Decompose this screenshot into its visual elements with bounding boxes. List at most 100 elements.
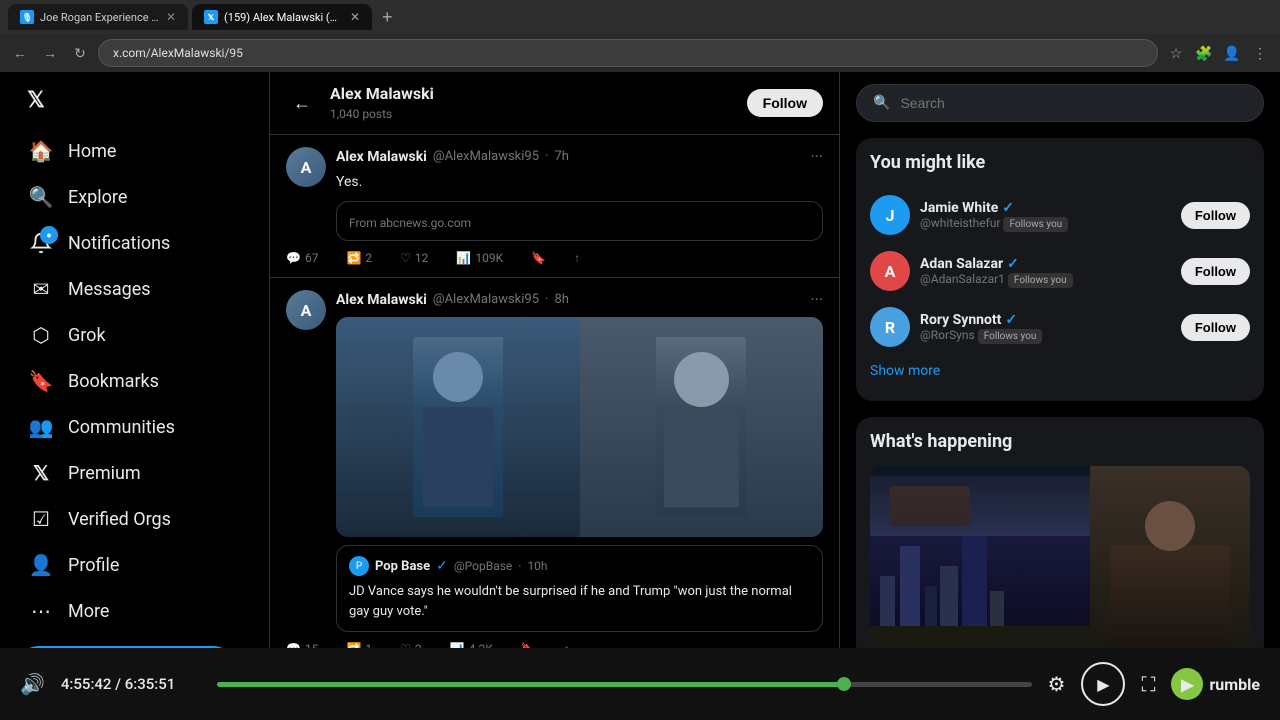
- tweet-1-source: From abcnews.go.com: [349, 216, 810, 230]
- tweet-2-image: [336, 317, 823, 537]
- sidebar-messages-label: Messages: [68, 279, 151, 300]
- tweet-1-bookmark[interactable]: 🔖: [531, 251, 546, 265]
- new-tab-button[interactable]: +: [376, 5, 399, 30]
- suggestion-1-follow-button[interactable]: Follow: [1181, 202, 1250, 229]
- tweet-2-quote[interactable]: P Pop Base ✓ @PopBase · 10h JD Vance say…: [336, 545, 823, 632]
- back-button[interactable]: ←: [286, 87, 318, 119]
- tweet-1-retweet-count: 2: [365, 251, 372, 265]
- suggestion-3-verified: ✓: [1005, 312, 1017, 328]
- sidebar-item-home[interactable]: 🏠 Home: [16, 128, 253, 174]
- search-icon: 🔍: [873, 95, 890, 111]
- player-expand-icon[interactable]: ⛶: [1141, 672, 1155, 696]
- sidebar: 𝕏 🏠 Home 🔍 Explore ● Notifications ✉ Mes…: [0, 72, 270, 720]
- profile-header: ← Alex Malawski 1,040 posts Follow: [270, 72, 839, 135]
- tweet-2-meta: Alex Malawski @AlexMalawski95 · 8h ···: [336, 290, 823, 632]
- tweet-1-reply[interactable]: 💬 67: [286, 251, 318, 265]
- quoted-dot: ·: [518, 559, 521, 573]
- tweet-1-retweet[interactable]: 🔁 2: [346, 251, 372, 265]
- tweet-2-more-button[interactable]: ···: [810, 290, 823, 309]
- rumble-logo[interactable]: ▶ rumble: [1171, 668, 1260, 700]
- profile-button[interactable]: 👤: [1220, 41, 1244, 65]
- tweet-2-author: Alex Malawski: [336, 292, 427, 308]
- tweet-1-text: Yes.: [336, 172, 823, 193]
- suggestion-3-name: Rory Synnott ✓: [920, 312, 1171, 328]
- player-progress-bar[interactable]: [217, 682, 1032, 687]
- profile-header-left: ← Alex Malawski 1,040 posts: [286, 84, 434, 122]
- tweet-1-actions: 💬 67 🔁 2 ♡ 12 📊 109K 🔖: [286, 251, 823, 265]
- reply-icon: 💬: [286, 251, 301, 265]
- suggestion-3-follow-button[interactable]: Follow: [1181, 314, 1250, 341]
- retweet-icon: 🔁: [346, 251, 361, 265]
- sidebar-verified-orgs-label: Verified Orgs: [68, 509, 171, 530]
- whats-happening-title: What's happening: [870, 431, 1250, 452]
- tweet-2-time: 8h: [554, 292, 568, 307]
- suggestion-1-verified: ✓: [1002, 200, 1014, 216]
- image-right-half: [580, 317, 824, 537]
- sidebar-grok-label: Grok: [68, 325, 106, 346]
- tweet-1-reply-count: 67: [305, 251, 319, 265]
- tweet-1-views[interactable]: 📊 109K: [456, 251, 503, 265]
- suggestion-2-info: Adan Salazar ✓ @AdanSalazar1 Follows you: [920, 256, 1171, 286]
- suggestion-rory-synnott: R Rory Synnott ✓ @RorSyns Follows you Fo…: [870, 299, 1250, 355]
- tab2-favicon: 𝕏: [204, 10, 218, 24]
- tweet-2[interactable]: A Alex Malawski @AlexMalawski95 · 8h ···: [270, 278, 839, 669]
- address-bar[interactable]: x.com/AlexMalawski/95: [98, 39, 1158, 67]
- sidebar-item-premium[interactable]: 𝕏 Premium: [16, 450, 253, 496]
- video-player: 🔊 4:55:42 / 6:35:51 ⚙ ▶ ⛶ ▶ rumble: [0, 648, 1280, 720]
- tab1-title: Joe Rogan Experience #2221 -...: [40, 11, 160, 24]
- browser-tabs: 🎙 Joe Rogan Experience #2221 -... ✕ 𝕏 (1…: [0, 0, 1280, 34]
- back-button[interactable]: ←: [8, 41, 32, 65]
- sidebar-item-profile[interactable]: 👤 Profile: [16, 542, 253, 588]
- suggestion-2-follow-button[interactable]: Follow: [1181, 258, 1250, 285]
- bookmarks-icon: 🔖: [28, 368, 54, 394]
- happening-video-thumbnail[interactable]: [870, 466, 1250, 646]
- search-box[interactable]: 🔍: [856, 84, 1264, 122]
- search-input[interactable]: [900, 95, 1247, 111]
- reload-button[interactable]: ↻: [68, 41, 92, 65]
- tweet-1-like[interactable]: ♡ 12: [400, 251, 428, 265]
- sidebar-item-communities[interactable]: 👥 Communities: [16, 404, 253, 450]
- tweet-2-handle: @AlexMalawski95: [433, 292, 539, 307]
- extension-button[interactable]: 🧩: [1192, 41, 1216, 65]
- quoted-text: JD Vance says he wouldn't be surprised i…: [349, 582, 810, 621]
- bookmark-star-button[interactable]: ☆: [1164, 41, 1188, 65]
- sidebar-item-messages[interactable]: ✉ Messages: [16, 266, 253, 312]
- player-settings-icon[interactable]: ⚙: [1048, 672, 1066, 696]
- more-icon: ⋯: [28, 598, 54, 624]
- tweet-1-quote[interactable]: From abcnews.go.com: [336, 201, 823, 241]
- suggestion-2-follows-you: Follows you: [1008, 273, 1073, 288]
- sidebar-item-more[interactable]: ⋯ More: [16, 588, 253, 634]
- show-more-button[interactable]: Show more: [870, 355, 1250, 387]
- suggestion-2-verified: ✓: [1007, 256, 1019, 272]
- browser-tab-1[interactable]: 🎙 Joe Rogan Experience #2221 -... ✕: [8, 4, 188, 30]
- browser-tab-2[interactable]: 𝕏 (159) Alex Malawski (@AlexMi... ✕: [192, 4, 372, 30]
- volume-icon[interactable]: 🔊: [20, 672, 45, 696]
- menu-button[interactable]: ⋮: [1248, 41, 1272, 65]
- x-logo[interactable]: 𝕏: [16, 80, 56, 120]
- tweet-1-share[interactable]: ↑: [574, 251, 580, 265]
- explore-icon: 🔍: [28, 184, 54, 210]
- suggestion-2-name: Adan Salazar ✓: [920, 256, 1171, 272]
- tab2-close[interactable]: ✕: [350, 10, 360, 24]
- suggestion-3-follows-you: Follows you: [978, 329, 1043, 344]
- sidebar-item-explore[interactable]: 🔍 Explore: [16, 174, 253, 220]
- sidebar-item-notifications[interactable]: ● Notifications: [16, 220, 253, 266]
- sidebar-item-verified-orgs[interactable]: ☑ Verified Orgs: [16, 496, 253, 542]
- profile-follow-button[interactable]: Follow: [747, 89, 823, 117]
- forward-button[interactable]: →: [38, 41, 62, 65]
- video-left-panel: [870, 466, 1090, 646]
- tweet-1[interactable]: A Alex Malawski @AlexMalawski95 · 7h ···…: [270, 135, 839, 278]
- share-icon: ↑: [574, 251, 580, 265]
- verified-orgs-icon: ☑: [28, 506, 54, 532]
- tab1-close[interactable]: ✕: [166, 10, 176, 24]
- notification-badge: ●: [40, 226, 58, 244]
- quoted-author-row: P Pop Base ✓ @PopBase · 10h: [349, 556, 810, 576]
- tweet-1-more-button[interactable]: ···: [810, 147, 823, 166]
- suggestion-1-follows-you: Follows you: [1003, 217, 1068, 232]
- sidebar-item-bookmarks[interactable]: 🔖 Bookmarks: [16, 358, 253, 404]
- player-play-button[interactable]: ▶: [1081, 662, 1125, 706]
- sidebar-item-grok[interactable]: ⬡ Grok: [16, 312, 253, 358]
- views-icon: 📊: [456, 251, 471, 265]
- tab2-title: (159) Alex Malawski (@AlexMi...: [224, 11, 344, 24]
- sidebar-communities-label: Communities: [68, 417, 175, 438]
